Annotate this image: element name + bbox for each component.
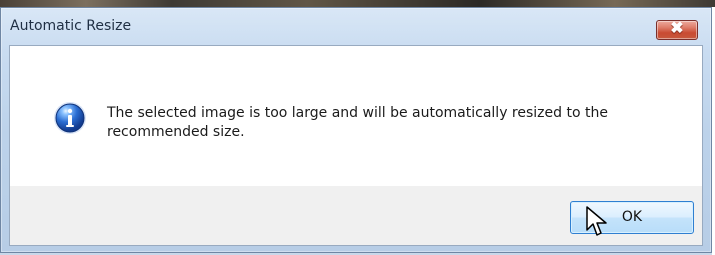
dialog-title: Automatic Resize <box>10 18 132 34</box>
dialog-titlebar[interactable]: Automatic Resize ✖ <box>1 8 711 42</box>
message-text: The selected image is too large and will… <box>107 105 608 140</box>
close-button[interactable]: ✖ <box>656 20 698 40</box>
message-area: The selected image is too large and will… <box>10 46 702 186</box>
dialog-content-frame: The selected image is too large and will… <box>9 45 703 246</box>
automatic-resize-dialog: Automatic Resize ✖ The selected image is… <box>0 7 712 253</box>
close-icon: ✖ <box>670 20 684 37</box>
ok-button[interactable]: OK <box>570 201 694 234</box>
info-icon <box>54 102 86 134</box>
dialog-button-area: OK <box>10 186 702 245</box>
